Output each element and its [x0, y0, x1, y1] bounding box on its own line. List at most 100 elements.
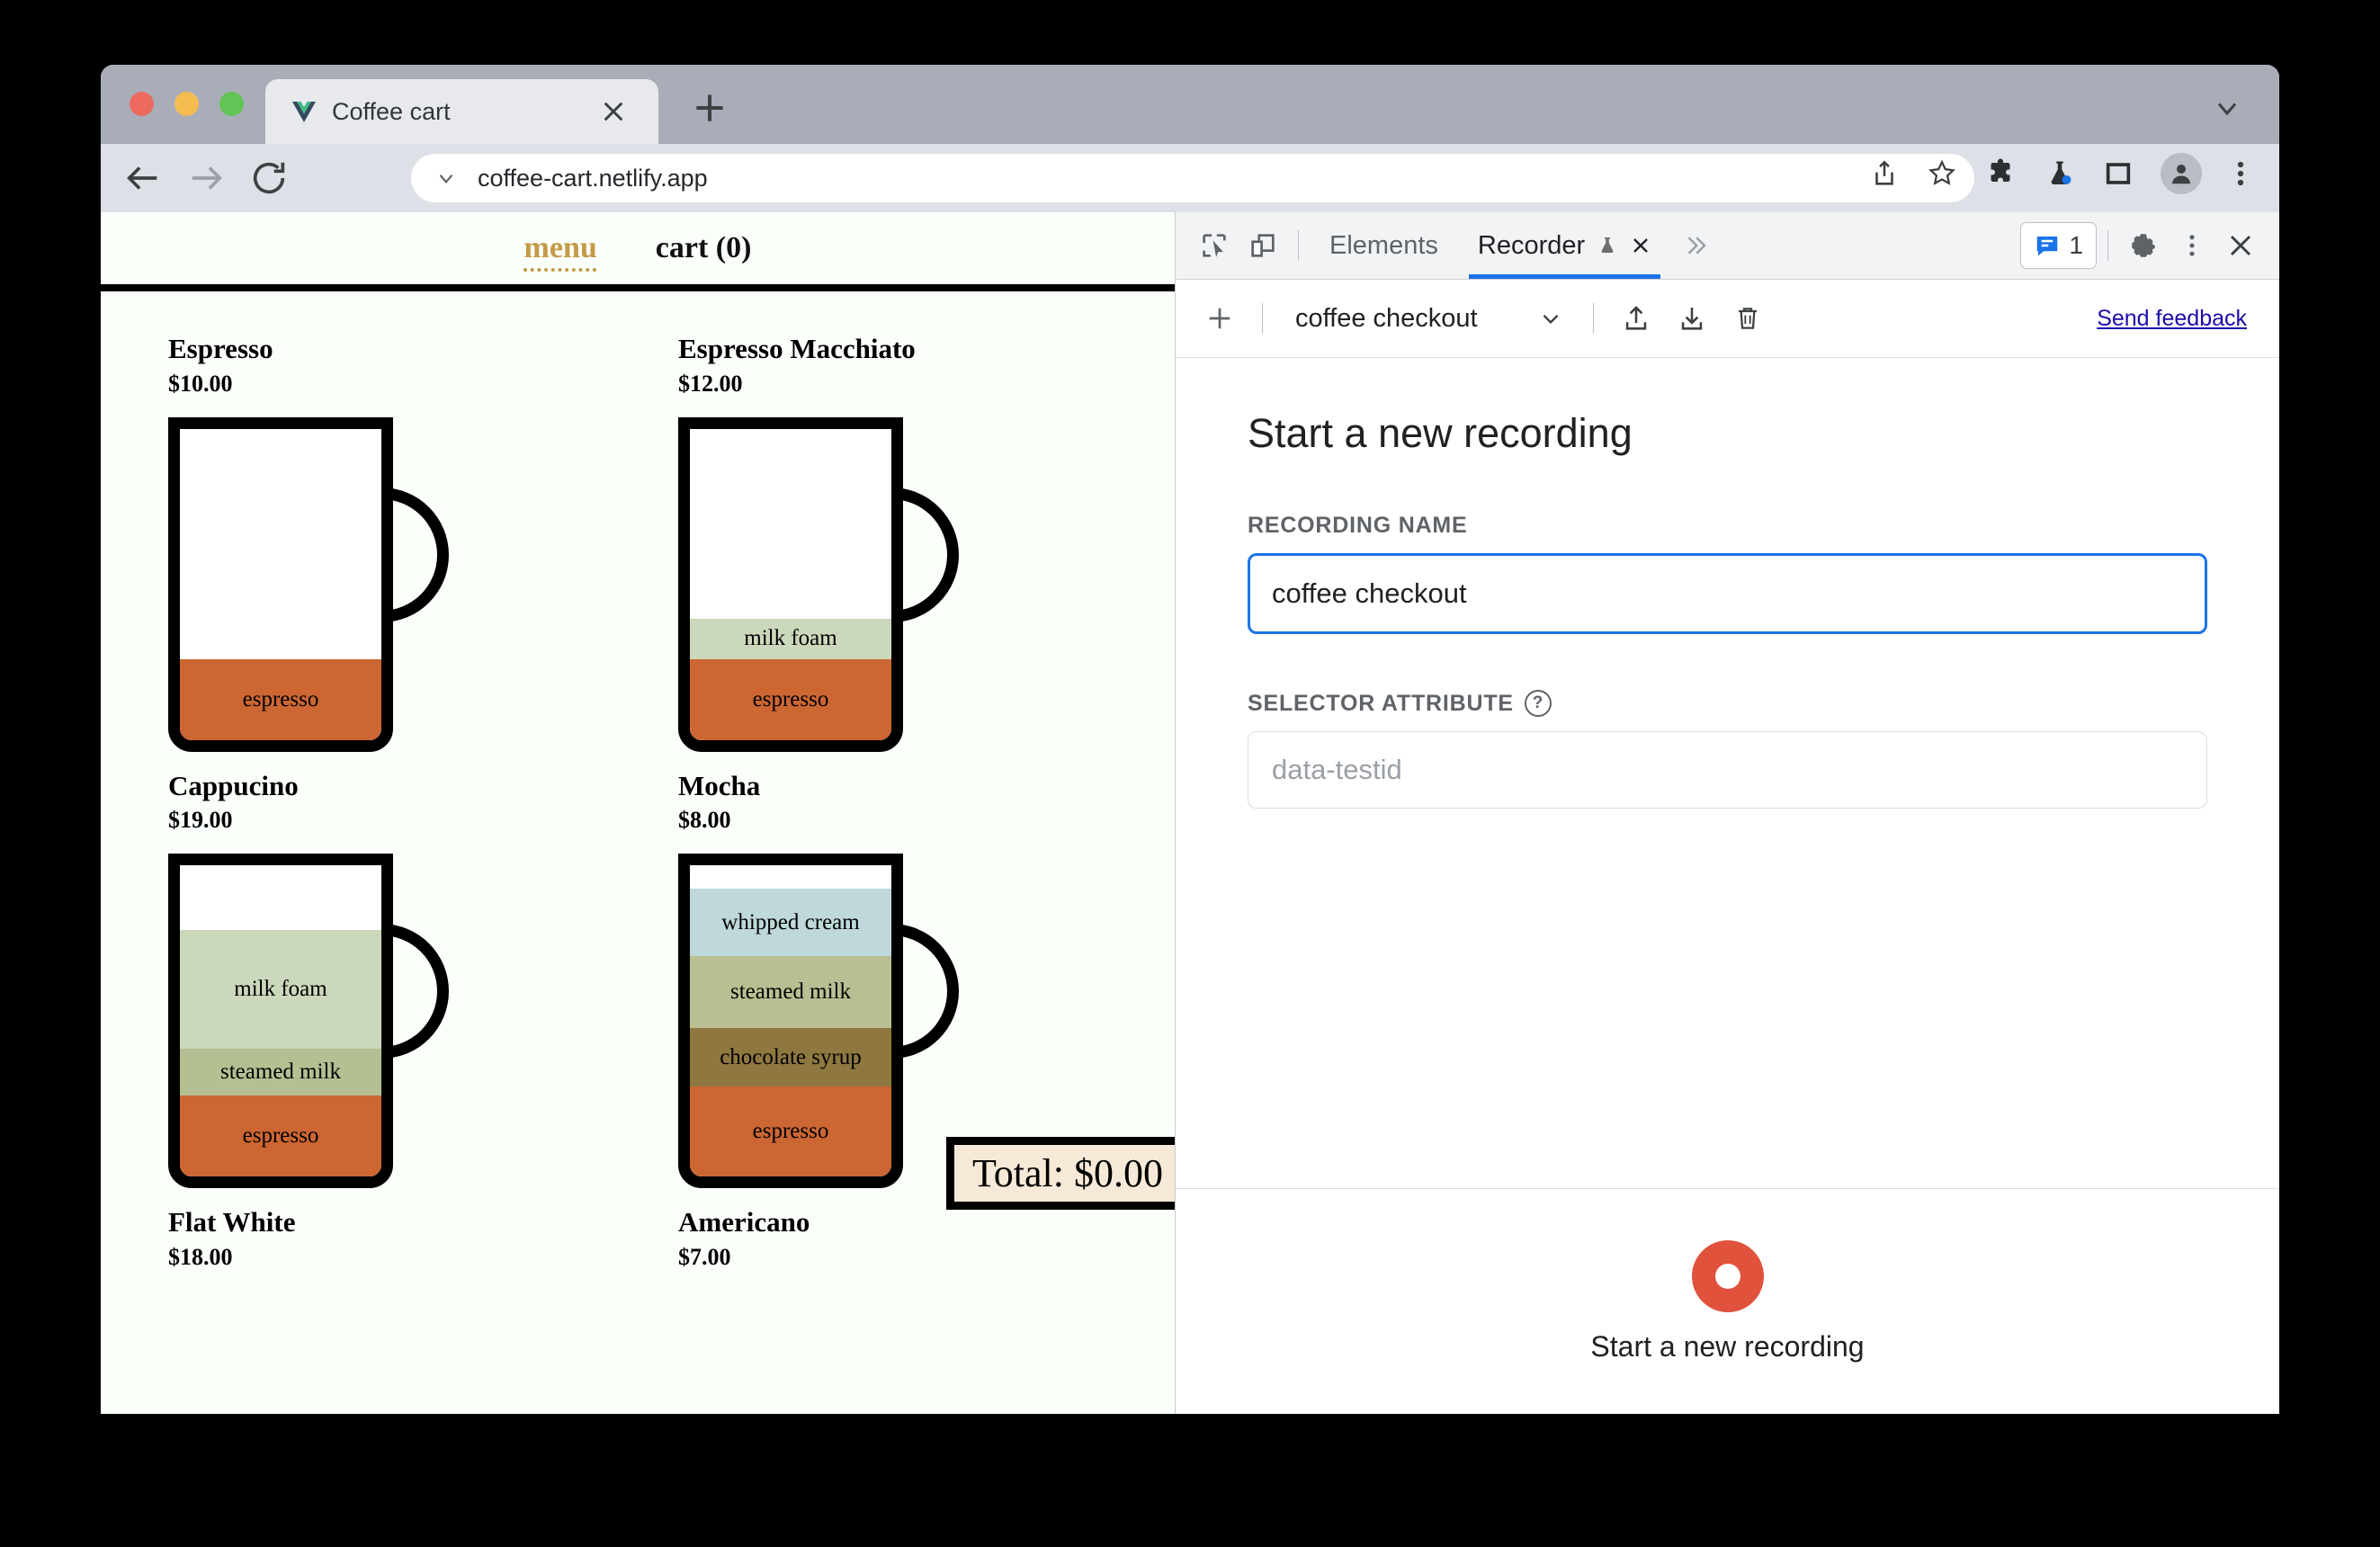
cup-layer: steamed milk	[690, 956, 891, 1029]
more-tabs-icon[interactable]	[1671, 221, 1720, 270]
product-card[interactable]: Espresso Macchiato $12.00 milk foam espress…	[678, 333, 980, 752]
reload-icon[interactable]	[248, 157, 290, 199]
viewport-split: menu cart (0) Espresso $10.00 espresso Espr…	[101, 212, 2279, 1414]
devtools-tabbar: Elements Recorder 1	[1176, 212, 2279, 280]
cup-layer	[180, 522, 381, 659]
issues-count: 1	[2069, 231, 2083, 259]
issues-badge[interactable]: 1	[2020, 222, 2097, 269]
tab-title: Coffee cart	[332, 97, 451, 125]
cup-body: whipped cream steamed milk chocolate syrup…	[678, 854, 903, 1189]
devtools-close-icon[interactable]	[2216, 221, 2265, 270]
browser-addressbar: coffee-cart.netlify.app	[101, 144, 2279, 212]
export-icon[interactable]	[1668, 294, 1716, 343]
start-recording-area[interactable]: Start a new recording	[1176, 1188, 2279, 1414]
extensions-puzzle-icon[interactable]	[1984, 157, 2017, 190]
close-recorder-tab-icon[interactable]	[1630, 235, 1651, 256]
inspect-element-icon[interactable]	[1190, 221, 1239, 270]
close-window-button[interactable]	[130, 92, 154, 116]
recording-name-value: coffee checkout	[1272, 577, 1467, 609]
start-recording-label: Start a new recording	[1590, 1329, 1865, 1363]
recording-name-label: RECORDING NAME	[1248, 513, 2207, 539]
cup-layer: steamed milk	[180, 1049, 381, 1096]
product-card[interactable]: Cappucino $19.00 milk foam steamed milk espr…	[168, 770, 470, 1189]
add-recording-button[interactable]	[1195, 294, 1244, 343]
toolbar-divider	[1298, 230, 1299, 261]
chrome-menu-icon[interactable]	[2229, 156, 2252, 192]
cup-layer: whipped cream	[690, 889, 891, 957]
product-price: $18.00	[168, 1243, 233, 1270]
maximize-window-button[interactable]	[219, 92, 244, 116]
devtools-more-icon[interactable]	[2168, 221, 2216, 270]
browser-tab[interactable]: Coffee cart	[265, 79, 658, 144]
devtools-panel: Elements Recorder 1 coffee checkout Send…	[1175, 212, 2279, 1414]
nav-menu-link[interactable]: menu	[524, 231, 597, 265]
help-question-icon[interactable]: ?	[1524, 690, 1552, 717]
cup-layer: chocolate syrup	[690, 1028, 891, 1087]
subtoolbar-divider-2	[1592, 303, 1594, 334]
selector-attribute-input[interactable]: data-testid	[1248, 731, 2207, 809]
coffee-cart-page: menu cart (0) Espresso $10.00 espresso Espr…	[101, 212, 1175, 1414]
cart-total-badge: Total: $0.00	[946, 1137, 1175, 1210]
selector-attribute-label-text: SELECTOR ATTRIBUTE	[1248, 690, 1514, 716]
coffee-cup-graphic[interactable]: whipped cream steamed milk chocolate syrup…	[678, 854, 959, 1189]
cup-layer: milk foam	[690, 618, 891, 659]
nav-cart-link[interactable]: cart (0)	[656, 231, 752, 265]
tab-elements-label: Elements	[1329, 230, 1438, 260]
product-price: $7.00	[678, 1243, 731, 1270]
product-name: Flat White	[168, 1206, 296, 1238]
product-card[interactable]: Americano $7.00	[678, 1206, 980, 1271]
toolbar-actions	[1869, 153, 2252, 194]
bookmark-star-icon[interactable]	[1927, 158, 1957, 189]
product-grid: Espresso $10.00 espresso Espresso Macchiato…	[101, 291, 1175, 1271]
minimize-window-button[interactable]	[174, 92, 199, 116]
new-tab-icon[interactable]	[690, 88, 729, 128]
tab-elements[interactable]: Elements	[1310, 212, 1458, 279]
recording-name-input[interactable]: coffee checkout	[1248, 553, 2207, 634]
recording-selector-label: coffee checkout	[1295, 303, 1478, 333]
issues-speech-icon	[2037, 237, 2058, 256]
vue-logo-icon	[292, 102, 316, 122]
flask-icon	[1601, 237, 1614, 253]
send-feedback-link[interactable]: Send feedback	[2097, 306, 2247, 332]
share-icon[interactable]	[1869, 158, 1900, 189]
product-card[interactable]: Espresso $10.00 espresso	[168, 333, 470, 752]
record-button-icon[interactable]	[1691, 1239, 1764, 1312]
side-panel-icon[interactable]	[2103, 158, 2134, 189]
subtoolbar-divider-1	[1262, 303, 1263, 334]
trash-icon[interactable]	[1723, 294, 1772, 343]
cup-layer: espresso	[690, 1086, 891, 1177]
tab-list-chevron-icon[interactable]	[2211, 92, 2243, 124]
cup-layer: espresso	[180, 658, 381, 740]
product-card[interactable]: Mocha $8.00 whipped cream steamed milk choco…	[678, 770, 980, 1189]
cup-body: milk foam steamed milk espresso	[168, 854, 393, 1189]
site-info-chevron-icon[interactable]	[434, 166, 458, 190]
settings-gear-icon[interactable]	[2119, 221, 2168, 270]
coffee-cup-graphic[interactable]: espresso	[168, 416, 449, 752]
coffee-cup-graphic[interactable]: milk foam steamed milk espresso	[168, 854, 449, 1189]
tab-recorder[interactable]: Recorder	[1458, 212, 1671, 279]
cup-layer	[690, 481, 891, 619]
selector-attribute-placeholder: data-testid	[1272, 754, 1402, 785]
recorder-subtoolbar: coffee checkout Send feedback	[1176, 280, 2279, 358]
devtools-flask-icon[interactable]	[2044, 157, 2076, 190]
product-price: $19.00	[168, 807, 233, 834]
address-input[interactable]: coffee-cart.netlify.app	[411, 154, 1974, 202]
forward-icon[interactable]	[185, 157, 227, 199]
close-tab-icon[interactable]	[599, 97, 628, 126]
selector-attribute-label: SELECTOR ATTRIBUTE ?	[1248, 690, 2207, 717]
profile-avatar-icon[interactable]	[2161, 153, 2202, 194]
back-icon[interactable]	[122, 157, 164, 199]
coffee-cup-graphic[interactable]: milk foam espresso	[678, 416, 959, 752]
tabbar-divider-2	[2107, 230, 2108, 261]
tab-recorder-label: Recorder	[1477, 230, 1586, 260]
product-card[interactable]: Flat White $18.00	[168, 1206, 470, 1271]
product-price: $10.00	[168, 370, 233, 397]
chevron-down-icon[interactable]	[1526, 294, 1575, 343]
device-toolbar-icon[interactable]	[1239, 221, 1287, 270]
cup-layer: milk foam	[180, 930, 381, 1050]
import-icon[interactable]	[1612, 294, 1660, 343]
product-name: Cappucino	[168, 769, 299, 801]
recording-name-label-text: RECORDING NAME	[1248, 513, 1468, 538]
cup-layer: espresso	[180, 1095, 381, 1177]
browser-window: Coffee cart coffee-cart.netlify.app menu…	[101, 65, 2279, 1414]
